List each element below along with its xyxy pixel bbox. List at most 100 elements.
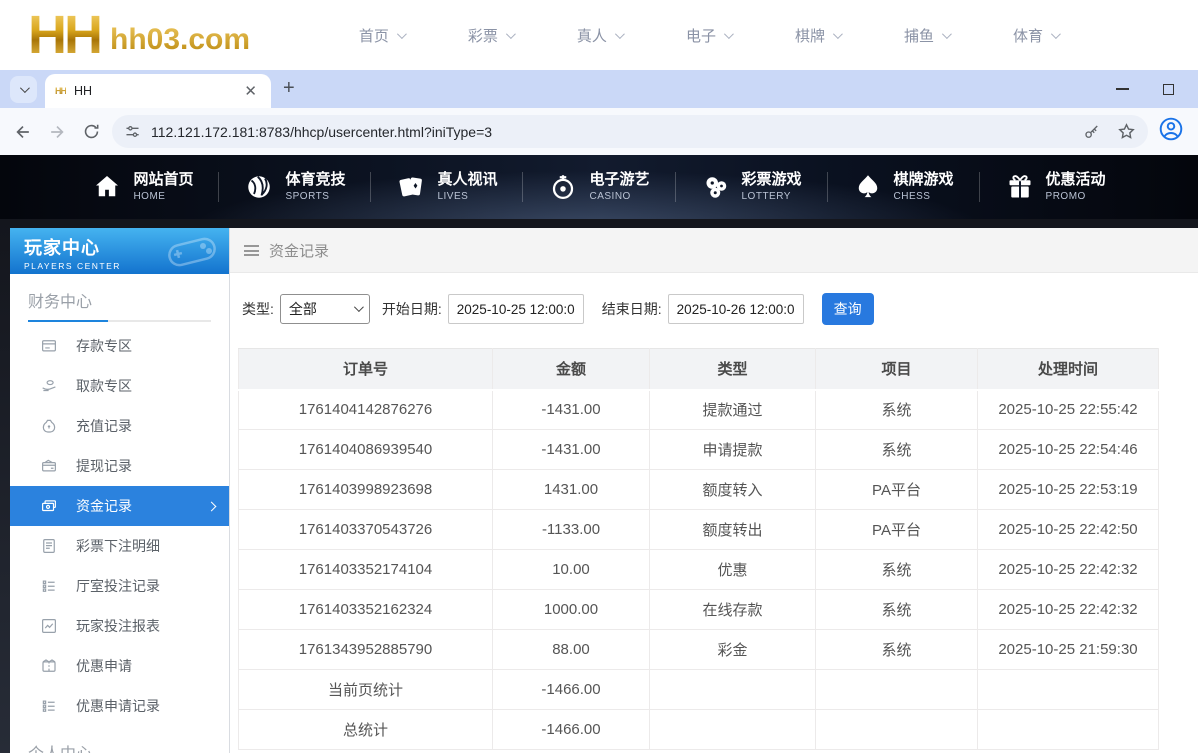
gift-icon (1005, 172, 1035, 202)
nav-label: 彩票 (468, 25, 498, 46)
roulette-icon (548, 172, 578, 202)
game-nav-zh: 优惠活动 (1046, 171, 1106, 190)
nav-fishing[interactable]: 捕鱼 (904, 25, 949, 46)
profile-avatar-icon[interactable] (1158, 116, 1184, 147)
window-minimize-button[interactable] (1116, 88, 1129, 90)
game-nav-zh: 电子游艺 (589, 171, 649, 190)
cell-order-no: 1761403370543726 (239, 510, 493, 550)
game-nav-zh: 网站首页 (133, 171, 193, 190)
bookmark-star-icon[interactable] (1117, 122, 1136, 141)
search-button[interactable]: 查询 (822, 293, 874, 325)
game-nav-sports[interactable]: 体育竞技SPORTS (219, 171, 370, 203)
sports-ball-icon (244, 172, 274, 202)
game-nav-lives[interactable]: 真人视讯LIVES (371, 171, 522, 203)
address-bar[interactable]: 112.121.172.181:8783/hhcp/usercenter.htm… (112, 115, 1148, 148)
withdrawal-record-icon (40, 457, 58, 475)
summary-amount: -1466.00 (493, 710, 650, 750)
game-nav-lottery[interactable]: 彩票游戏LOTTERY (676, 171, 827, 203)
cell-project: 系统 (816, 630, 978, 670)
sidebar-item-promo-apply[interactable]: 优惠申请 (10, 646, 229, 686)
reload-button[interactable] (74, 115, 108, 149)
sidebar-item-lottery-bet-detail[interactable]: 彩票下注明细 (10, 526, 229, 566)
table-row: 1761403370543726 -1133.00 额度转出 PA平台 2025… (239, 510, 1159, 550)
col-type: 类型 (650, 349, 816, 390)
nav-label: 捕鱼 (904, 25, 934, 46)
promo-record-icon (40, 697, 58, 715)
game-nav-chess[interactable]: 棋牌游戏CHESS (828, 171, 979, 203)
lottery-balls-icon (701, 172, 731, 202)
finance-section-title: 财务中心 (28, 288, 211, 312)
tab-close-icon[interactable]: ✕ (240, 82, 261, 101)
site-header: HH hh03.com 首页 彩票 真人 电子 棋牌 捕鱼 体育 (0, 0, 1198, 70)
sidebar-item-player-bet-report[interactable]: 玩家投注报表 (10, 606, 229, 646)
chevron-down-icon (942, 29, 952, 39)
cell-order-no: 1761404086939540 (239, 430, 493, 470)
game-nav-casino[interactable]: 电子游艺CASINO (523, 171, 674, 203)
cell-project: 系统 (816, 390, 978, 430)
sidebar-item-funds-record[interactable]: 资金记录 (10, 486, 229, 526)
cell-amount: -1133.00 (493, 510, 650, 550)
sidebar-item-label: 资金记录 (76, 496, 132, 516)
sidebar-item-withdraw-zone[interactable]: 取款专区 (10, 366, 229, 406)
sidebar-item-label: 提现记录 (76, 456, 132, 476)
chevron-down-icon (20, 83, 30, 93)
nav-slots[interactable]: 电子 (686, 25, 731, 46)
forward-button[interactable] (40, 115, 74, 149)
new-tab-button[interactable]: + (283, 77, 295, 100)
player-report-icon (40, 617, 58, 635)
game-nav-zh: 体育竞技 (285, 171, 345, 190)
nav-lottery[interactable]: 彩票 (468, 25, 513, 46)
room-bet-icon (40, 577, 58, 595)
tab-search-button[interactable] (10, 76, 37, 103)
nav-chess[interactable]: 棋牌 (795, 25, 840, 46)
table-row: 1761404086939540 -1431.00 申请提款 系统 2025-1… (239, 430, 1159, 470)
back-button[interactable] (6, 115, 40, 149)
hamburger-icon[interactable] (244, 245, 259, 256)
col-process-time: 处理时间 (978, 349, 1159, 390)
cell-amount: 1000.00 (493, 590, 650, 630)
site-logo[interactable]: HH hh03.com (28, 11, 250, 60)
sidebar-item-promo-apply-record[interactable]: 优惠申请记录 (10, 686, 229, 726)
main-content: 资金记录 类型: 全部 开始日期: 结束日期: 查询 (230, 228, 1198, 753)
window-maximize-button[interactable] (1163, 84, 1174, 95)
browser-tab[interactable]: HH HH ✕ (45, 74, 271, 108)
game-nav-promo[interactable]: 优惠活动PROMO (980, 171, 1131, 203)
end-date-input[interactable] (668, 294, 804, 324)
sidebar-item-withdrawal-record[interactable]: 提现记录 (10, 446, 229, 486)
browser-tabstrip: HH HH ✕ + (0, 70, 1198, 108)
password-key-icon[interactable] (1083, 123, 1101, 141)
site-info-icon[interactable] (124, 123, 141, 140)
game-nav-home[interactable]: 网站首页HOME (67, 171, 218, 203)
cell-project: 系统 (816, 550, 978, 590)
cell-amount: 1431.00 (493, 470, 650, 510)
cell-project: 系统 (816, 430, 978, 470)
cell-amount: -1431.00 (493, 390, 650, 430)
filter-bar: 类型: 全部 开始日期: 结束日期: 查询 (238, 293, 1198, 325)
cell-process-time: 2025-10-25 22:42:32 (978, 590, 1159, 630)
game-nav: 网站首页HOME 体育竞技SPORTS 真人视讯LIVES 电子游艺CASINO… (0, 155, 1198, 219)
recharge-record-icon (40, 417, 58, 435)
start-date-input[interactable] (448, 294, 584, 324)
cell-project: 系统 (816, 590, 978, 630)
col-project: 项目 (816, 349, 978, 390)
url-text: 112.121.172.181:8783/hhcp/usercenter.htm… (151, 124, 1083, 140)
funds-table: 订单号 金额 类型 项目 处理时间 1761404142876276 -1431… (238, 348, 1159, 750)
personal-section-title: 个人中心 (28, 740, 211, 753)
nav-sports[interactable]: 体育 (1013, 25, 1058, 46)
chevron-right-icon (207, 501, 217, 511)
spade-icon (853, 172, 883, 202)
cell-process-time: 2025-10-25 22:55:42 (978, 390, 1159, 430)
sidebar-item-deposit-zone[interactable]: 存款专区 (10, 326, 229, 366)
summary-amount: -1466.00 (493, 670, 650, 710)
nav-home[interactable]: 首页 (359, 25, 404, 46)
nav-live[interactable]: 真人 (577, 25, 622, 46)
sidebar-item-room-bet-record[interactable]: 厅室投注记录 (10, 566, 229, 606)
sidebar: 玩家中心 PLAYERS CENTER 财务中心 存款专区 取款专区 充值记录 … (10, 228, 230, 753)
table-row: 1761403998923698 1431.00 额度转入 PA平台 2025-… (239, 470, 1159, 510)
cell-order-no: 1761403998923698 (239, 470, 493, 510)
sidebar-item-recharge-record[interactable]: 充值记录 (10, 406, 229, 446)
cell-type: 在线存款 (650, 590, 816, 630)
withdraw-icon (40, 377, 58, 395)
home-icon (92, 172, 122, 202)
game-nav-en: SPORTS (285, 190, 345, 203)
